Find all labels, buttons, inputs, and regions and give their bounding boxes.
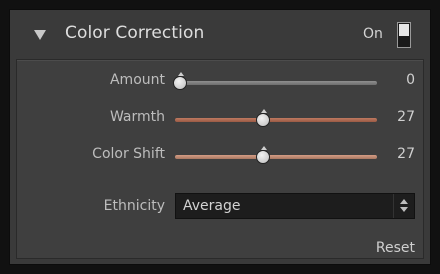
- warmth-value[interactable]: 27: [375, 109, 415, 125]
- amount-label: Amount: [109, 72, 165, 88]
- toggle-label: On: [363, 26, 383, 42]
- color-shift-slider-thumb[interactable]: [256, 146, 271, 164]
- chevron-down-icon: [400, 207, 408, 212]
- panel-title: Color Correction: [65, 23, 205, 43]
- ethnicity-select[interactable]: Average: [175, 193, 415, 219]
- amount-value[interactable]: 0: [375, 72, 415, 88]
- warmth-slider-track[interactable]: [175, 118, 377, 122]
- panel-header[interactable]: Color Correction On: [10, 10, 430, 60]
- reset-button[interactable]: Reset: [357, 240, 415, 256]
- warmth-slider-thumb[interactable]: [256, 109, 271, 127]
- triangle-down-icon[interactable]: [34, 30, 46, 40]
- ethnicity-selected-value: Average: [183, 198, 241, 214]
- on-off-toggle[interactable]: [397, 22, 411, 48]
- panel-content: Amount 0 Warmth 27 Color Shift 27 Ethnic…: [16, 59, 424, 259]
- color-correction-panel: Color Correction On Amount 0 Warmth 27 C…: [9, 9, 431, 265]
- toggle-knob: [399, 24, 409, 36]
- color-shift-slider-track[interactable]: [175, 155, 377, 159]
- amount-slider-thumb[interactable]: [173, 72, 187, 90]
- ethnicity-label: Ethnicity: [103, 198, 165, 214]
- up-down-arrows-icon[interactable]: [393, 194, 414, 218]
- color-shift-value[interactable]: 27: [375, 146, 415, 162]
- color-shift-label: Color Shift: [92, 146, 165, 162]
- chevron-up-icon: [400, 199, 408, 204]
- warmth-label: Warmth: [109, 109, 165, 125]
- amount-slider-track[interactable]: [175, 81, 377, 85]
